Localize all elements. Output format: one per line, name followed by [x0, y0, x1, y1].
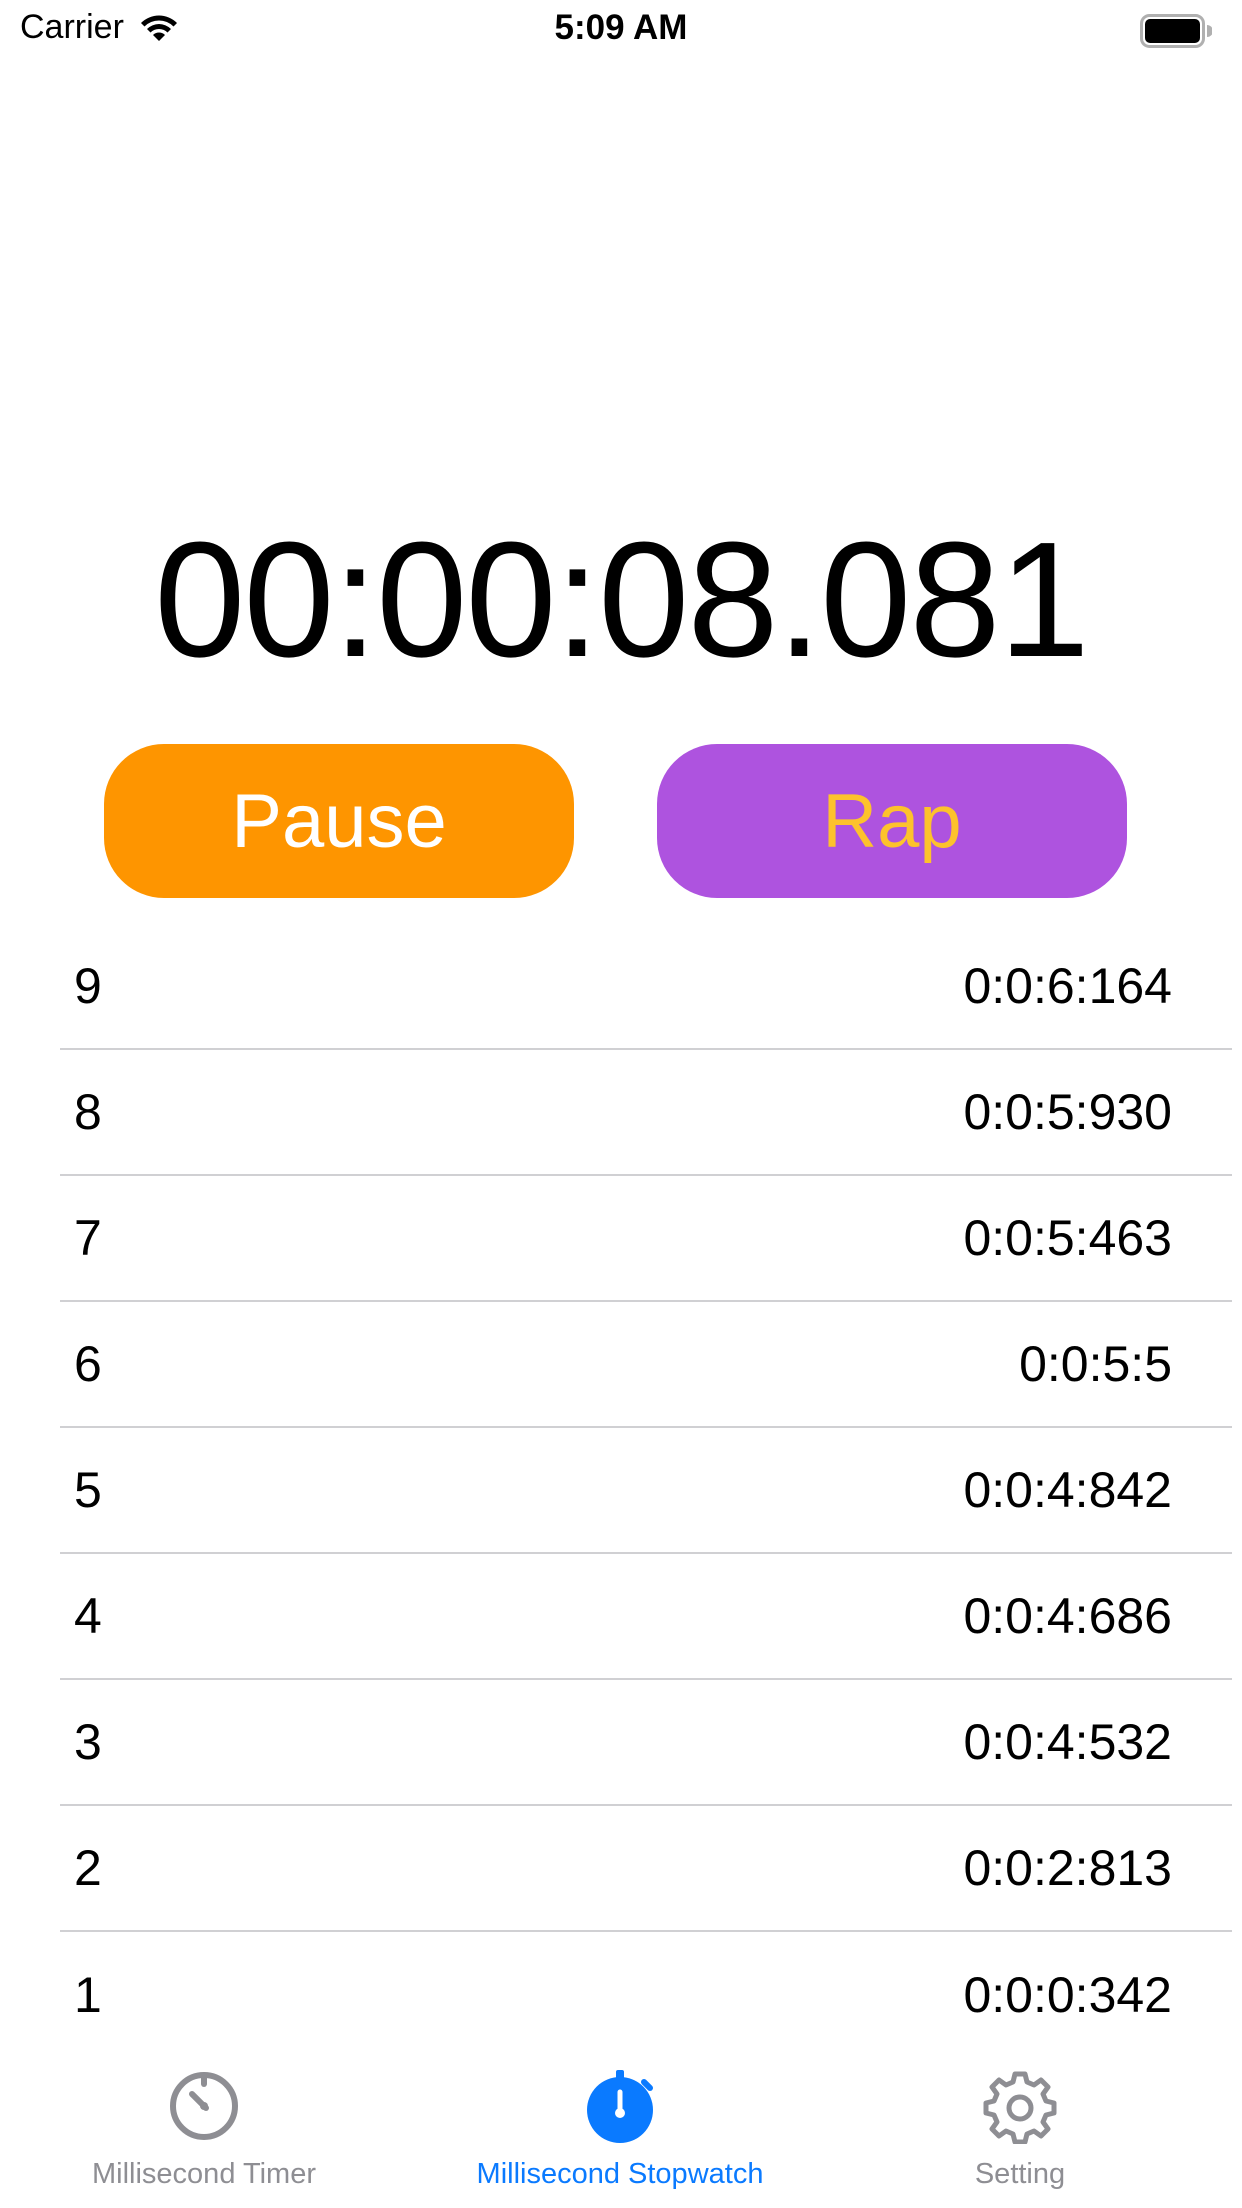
- rap-button[interactable]: Rap: [657, 744, 1127, 898]
- battery-icon: [1140, 14, 1212, 48]
- lap-time: 0:0:0:342: [963, 1967, 1172, 2023]
- lap-number: 6: [74, 1336, 102, 1392]
- list-item[interactable]: 5 0:0:4:842: [60, 1428, 1232, 1554]
- tab-label: Millisecond Stopwatch: [476, 2158, 764, 2190]
- timer-icon: [170, 2072, 238, 2140]
- tab-bar: Millisecond Timer Millisecond Stopwatch …: [0, 2048, 1242, 2208]
- list-item[interactable]: 3 0:0:4:532: [60, 1680, 1232, 1806]
- tab-millisecond-timer[interactable]: Millisecond Timer: [64, 2048, 344, 2208]
- status-time: 5:09 AM: [554, 8, 688, 47]
- lap-list[interactable]: 9 0:0:6:164 8 0:0:5:930 7 0:0:5:463 6 0:…: [60, 924, 1232, 2058]
- lap-time: 0:0:5:5: [1019, 1336, 1172, 1392]
- elapsed-time-display: 00:00:08.081: [154, 508, 1090, 691]
- lap-time: 0:0:4:686: [963, 1588, 1172, 1644]
- lap-number: 3: [74, 1714, 102, 1770]
- lap-number: 4: [74, 1588, 102, 1644]
- status-bar: Carrier 5:09 AM: [0, 0, 1242, 60]
- tab-label: Setting: [974, 2158, 1066, 2190]
- lap-time: 0:0:2:813: [963, 1840, 1172, 1896]
- list-item[interactable]: 4 0:0:4:686: [60, 1554, 1232, 1680]
- pause-button[interactable]: Pause: [104, 744, 574, 898]
- lap-time: 0:0:4:842: [963, 1462, 1172, 1518]
- lap-number: 5: [74, 1462, 102, 1518]
- lap-number: 9: [74, 958, 102, 1014]
- lap-time: 0:0:4:532: [963, 1714, 1172, 1770]
- lap-number: 1: [74, 1967, 102, 2023]
- lap-time: 0:0:5:930: [963, 1084, 1172, 1140]
- lap-time: 0:0:5:463: [963, 1210, 1172, 1266]
- lap-number: 8: [74, 1084, 102, 1140]
- list-item[interactable]: 2 0:0:2:813: [60, 1806, 1232, 1932]
- tab-label: Millisecond Timer: [92, 2158, 316, 2190]
- list-item[interactable]: 8 0:0:5:930: [60, 1050, 1232, 1176]
- lap-number: 2: [74, 1840, 102, 1896]
- lap-time: 0:0:6:164: [963, 958, 1172, 1014]
- lap-number: 7: [74, 1210, 102, 1266]
- tab-millisecond-stopwatch[interactable]: Millisecond Stopwatch: [440, 2048, 800, 2208]
- gear-icon: [983, 2071, 1057, 2144]
- stopwatch-icon: [587, 2070, 653, 2143]
- list-item[interactable]: 9 0:0:6:164: [60, 924, 1232, 1050]
- list-item[interactable]: 1 0:0:0:342: [60, 1932, 1232, 2058]
- tab-setting[interactable]: Setting: [920, 2048, 1120, 2208]
- list-item[interactable]: 6 0:0:5:5: [60, 1302, 1232, 1428]
- list-item[interactable]: 7 0:0:5:463: [60, 1176, 1232, 1302]
